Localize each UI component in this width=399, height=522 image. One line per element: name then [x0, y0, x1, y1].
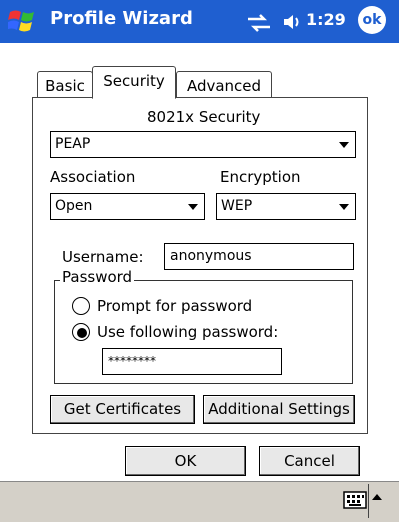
connectivity-icon[interactable] — [246, 14, 272, 32]
association-select[interactable]: Open — [50, 193, 205, 220]
eap-type-select[interactable]: PEAP — [50, 131, 356, 158]
get-certificates-button[interactable]: Get Certificates — [50, 395, 195, 424]
chevron-down-icon — [339, 204, 349, 210]
eap-type-value: PEAP — [55, 136, 91, 152]
ok-button[interactable]: OK — [125, 446, 246, 476]
chevron-up-icon[interactable] — [372, 494, 382, 500]
windows-flag-icon[interactable] — [6, 6, 38, 36]
chevron-down-icon — [339, 142, 349, 148]
password-input[interactable]: ******** — [102, 348, 282, 375]
use-password-radio[interactable] — [72, 323, 90, 341]
encryption-label: Encryption — [220, 168, 301, 186]
username-input[interactable]: anonymous — [164, 243, 354, 270]
volume-icon[interactable] — [282, 12, 304, 32]
security-heading: 8021x Security — [147, 108, 261, 126]
keyboard-icon[interactable] — [343, 491, 367, 509]
menubar-divider — [368, 484, 369, 518]
window-title: Profile Wizard — [50, 8, 193, 29]
additional-settings-button[interactable]: Additional Settings — [203, 395, 355, 424]
tab-advanced[interactable]: Advanced — [176, 71, 272, 98]
chevron-down-icon — [188, 204, 198, 210]
username-label: Username: — [62, 248, 144, 266]
ok-title-button[interactable]: ok — [358, 6, 386, 34]
tab-security[interactable]: Security — [92, 66, 176, 99]
association-label: Association — [50, 168, 136, 186]
cancel-button[interactable]: Cancel — [259, 446, 360, 476]
association-value: Open — [55, 198, 93, 214]
encryption-select[interactable]: WEP — [216, 193, 356, 220]
menu-bar — [0, 481, 399, 522]
use-password-label[interactable]: Use following password: — [97, 323, 278, 341]
prompt-password-radio[interactable] — [72, 297, 90, 315]
radio-selected-dot — [77, 328, 87, 338]
password-group-label: Password — [60, 268, 135, 286]
tab-basic[interactable]: Basic — [37, 71, 93, 98]
prompt-password-label[interactable]: Prompt for password — [97, 297, 252, 315]
clock[interactable]: 1:29 — [306, 10, 346, 29]
encryption-value: WEP — [221, 198, 253, 214]
